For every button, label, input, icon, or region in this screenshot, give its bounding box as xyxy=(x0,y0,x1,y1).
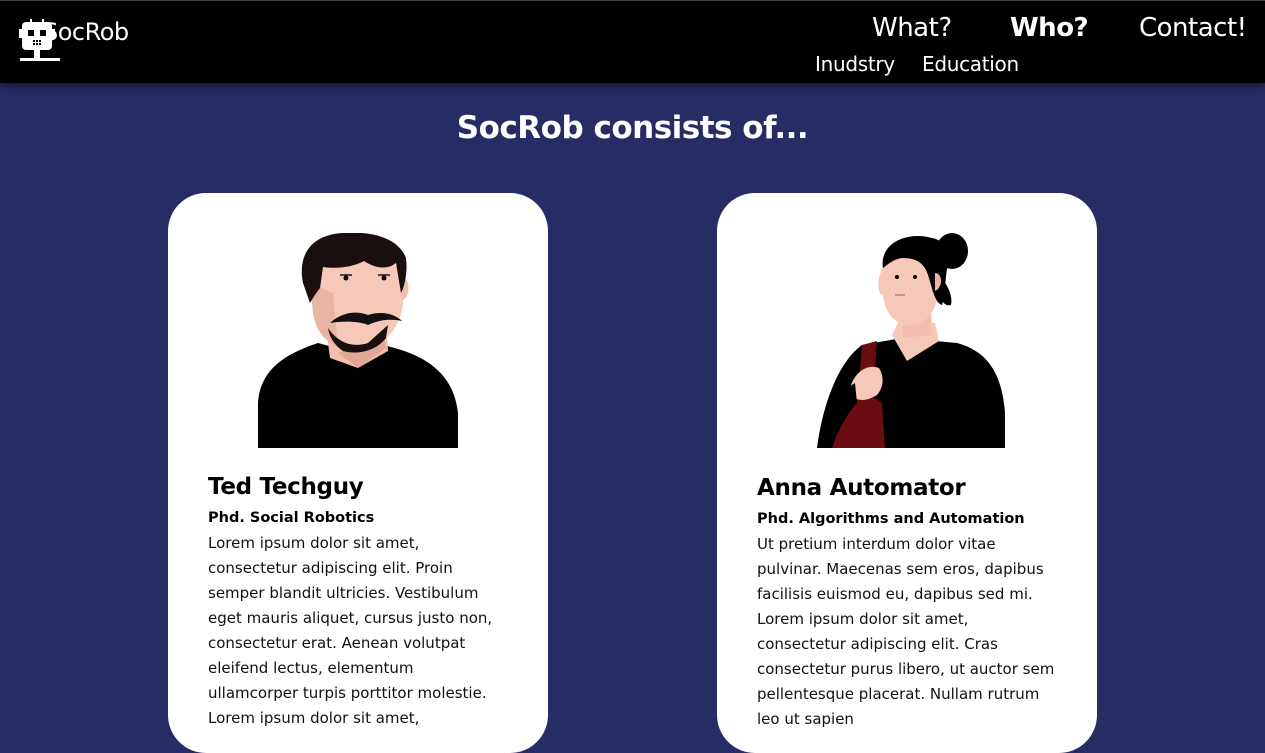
female-portrait-illustration xyxy=(807,233,1007,448)
navbar: SocRob What? Who? Contact! Inudstry Educ… xyxy=(0,0,1265,83)
person-degree: Phd. Algorithms and Automation xyxy=(757,511,1025,527)
person-name: Ted Techguy xyxy=(208,474,364,500)
person-bio: Lorem ipsum dolor sit amet, consectetur … xyxy=(208,534,493,727)
person-degree: Phd. Social Robotics xyxy=(208,510,375,526)
nav-industry-link[interactable]: Inudstry xyxy=(815,51,895,77)
brand-name[interactable]: SocRob xyxy=(43,20,129,44)
nav-contact-link[interactable]: Contact! xyxy=(1139,11,1247,45)
nav-who-link[interactable]: Who? xyxy=(1010,11,1089,45)
person-name: Anna Automator xyxy=(757,475,966,501)
person-bio: Ut pretium interdum dolor vitae pulvinar… xyxy=(757,535,1055,728)
section-title: SocRob consists of... xyxy=(456,110,809,146)
nav-education-link[interactable]: Education xyxy=(922,51,1019,77)
nav-what-link[interactable]: What? xyxy=(872,11,952,45)
male-portrait-illustration xyxy=(258,233,458,448)
person-card: Ted Techguy Phd. Social Robotics Lorem i… xyxy=(168,193,548,753)
person-card: Anna Automator Phd. Algorithms and Autom… xyxy=(717,193,1097,753)
